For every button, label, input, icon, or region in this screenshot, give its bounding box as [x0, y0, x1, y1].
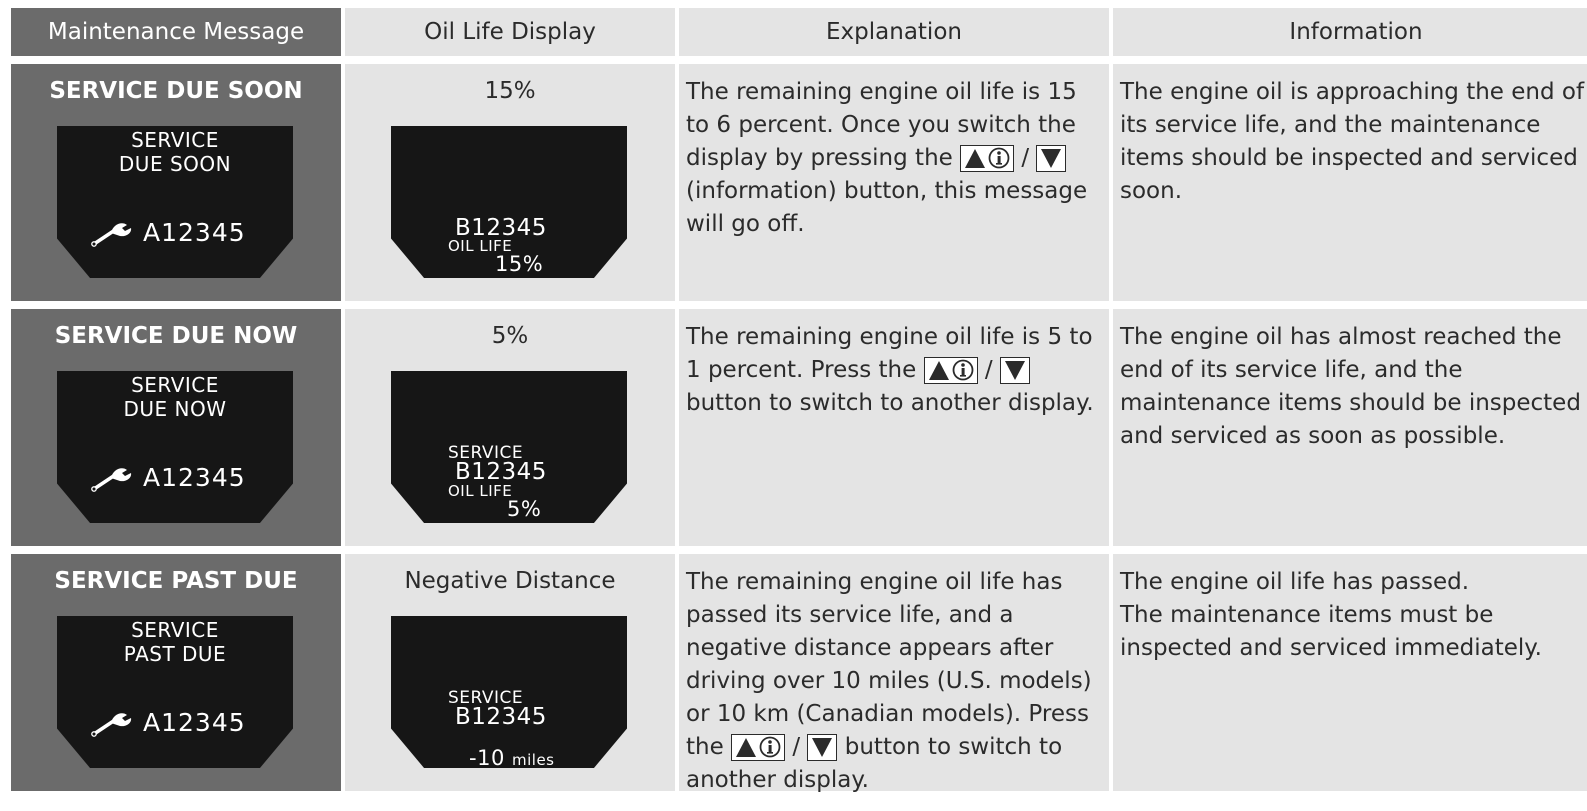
message-cell-due-soon: SERVICE DUE SOON SERVICE DUE SOON A12345	[11, 64, 341, 301]
oil-life-value: Negative Distance	[404, 568, 616, 594]
screen-line: DUE SOON	[118, 152, 232, 176]
oil-life-value: 15%	[484, 78, 536, 104]
distance-unit: miles	[512, 751, 555, 769]
code-text: A12345	[143, 217, 246, 247]
header-maintenance-message: Maintenance Message	[11, 8, 341, 56]
header-explanation: Explanation	[679, 8, 1109, 56]
oil-life-cell: 15% B12345 OIL LIFE 15%	[345, 64, 675, 301]
oil-life-cell: 5% SERVICE B12345 OIL LIFE 5%	[345, 309, 675, 546]
message-title: SERVICE PAST DUE	[54, 568, 298, 594]
screen-line: PAST DUE	[123, 642, 227, 666]
maintenance-table: Maintenance Message Oil Life Display Exp…	[11, 8, 1587, 803]
oil-life-screen: SERVICE B12345 -10 miles	[391, 616, 627, 768]
information-line: The maintenance items must be inspected …	[1120, 602, 1542, 661]
distance-value: -10	[469, 746, 505, 770]
oil-life-screen: B12345 OIL LIFE 15%	[391, 126, 627, 278]
message-title: SERVICE DUE NOW	[54, 323, 298, 349]
slash: /	[792, 734, 801, 760]
oil-life-label: OIL LIFE	[448, 482, 513, 500]
explanation-cell: The remaining engine oil life has passed…	[679, 554, 1109, 793]
screen-line: SERVICE	[131, 618, 219, 642]
slash: /	[984, 357, 993, 383]
wrench-icon	[91, 223, 132, 247]
explanation-text: The remaining engine oil life is 15 to 6…	[679, 64, 1109, 241]
up-info-button-icon	[731, 733, 786, 761]
explanation-part: The remaining engine oil life has passed…	[686, 569, 1092, 760]
maintenance-code: A12345	[91, 707, 246, 737]
up-info-button-icon	[960, 144, 1015, 172]
display-screen-due-soon: SERVICE DUE SOON A12345	[57, 126, 293, 278]
information-cell: The engine oil is approaching the end of…	[1113, 64, 1587, 301]
message-cell-past-due: SERVICE PAST DUE SERVICE PAST DUE A12345	[11, 554, 341, 791]
screen-line: SERVICE	[131, 128, 219, 152]
information-text: The engine oil is approaching the end of…	[1120, 79, 1585, 204]
explanation-cell: The remaining engine oil life is 5 to 1 …	[679, 309, 1109, 546]
oil-life-percent: 15%	[495, 252, 544, 276]
oil-life-cell: Negative Distance SERVICE B12345 -10 mil…	[345, 554, 675, 791]
information-line: The engine oil life has passed.	[1120, 569, 1470, 595]
slash: /	[1021, 145, 1030, 171]
screen-code: B12345	[455, 704, 547, 730]
information-text: The engine oil has almost reached the en…	[1120, 324, 1581, 449]
header-oil-life-display: Oil Life Display	[345, 8, 675, 56]
display-screen-due-now: SERVICE DUE NOW A12345	[57, 371, 293, 523]
explanation-part: The remaining engine oil life is 15 to 6…	[686, 79, 1077, 171]
information-cell: The engine oil has almost reached the en…	[1113, 309, 1587, 546]
code-text: A12345	[143, 462, 246, 492]
down-button-icon	[807, 733, 838, 761]
screen-line: DUE NOW	[123, 397, 227, 421]
screen-code: B12345	[455, 459, 547, 485]
explanation-text: The remaining engine oil life has passed…	[679, 554, 1109, 797]
oil-life-percent: 5%	[507, 497, 542, 521]
maintenance-code: A12345	[91, 217, 246, 247]
explanation-text: The remaining engine oil life is 5 to 1 …	[679, 309, 1109, 420]
explanation-part: The remaining engine oil life is 5 to 1 …	[686, 324, 1093, 383]
header-information: Information	[1113, 8, 1587, 56]
display-screen-past-due: SERVICE PAST DUE A12345	[57, 616, 293, 768]
wrench-icon	[91, 713, 132, 737]
negative-distance: -10 miles	[469, 746, 555, 770]
up-info-button-icon	[923, 356, 978, 384]
oil-life-screen: SERVICE B12345 OIL LIFE 5%	[391, 371, 627, 523]
maintenance-code: A12345	[91, 462, 246, 492]
information-cell: The engine oil life has passed. The main…	[1113, 554, 1587, 791]
information-text: The engine oil life has passed. The main…	[1113, 554, 1587, 665]
message-title: SERVICE DUE SOON	[49, 78, 303, 104]
down-button-icon	[1036, 144, 1067, 172]
oil-life-value: 5%	[491, 323, 529, 349]
wrench-icon	[91, 468, 132, 492]
explanation-cell: The remaining engine oil life is 15 to 6…	[679, 64, 1109, 301]
code-text: A12345	[143, 707, 246, 737]
explanation-part: button to switch to another display.	[686, 390, 1094, 416]
message-cell-due-now: SERVICE DUE NOW SERVICE DUE NOW A12345	[11, 309, 341, 546]
screen-code: B12345	[455, 215, 547, 241]
explanation-part: (information) button, this message will …	[686, 178, 1088, 237]
down-button-icon	[999, 356, 1030, 384]
screen-line: SERVICE	[131, 373, 219, 397]
